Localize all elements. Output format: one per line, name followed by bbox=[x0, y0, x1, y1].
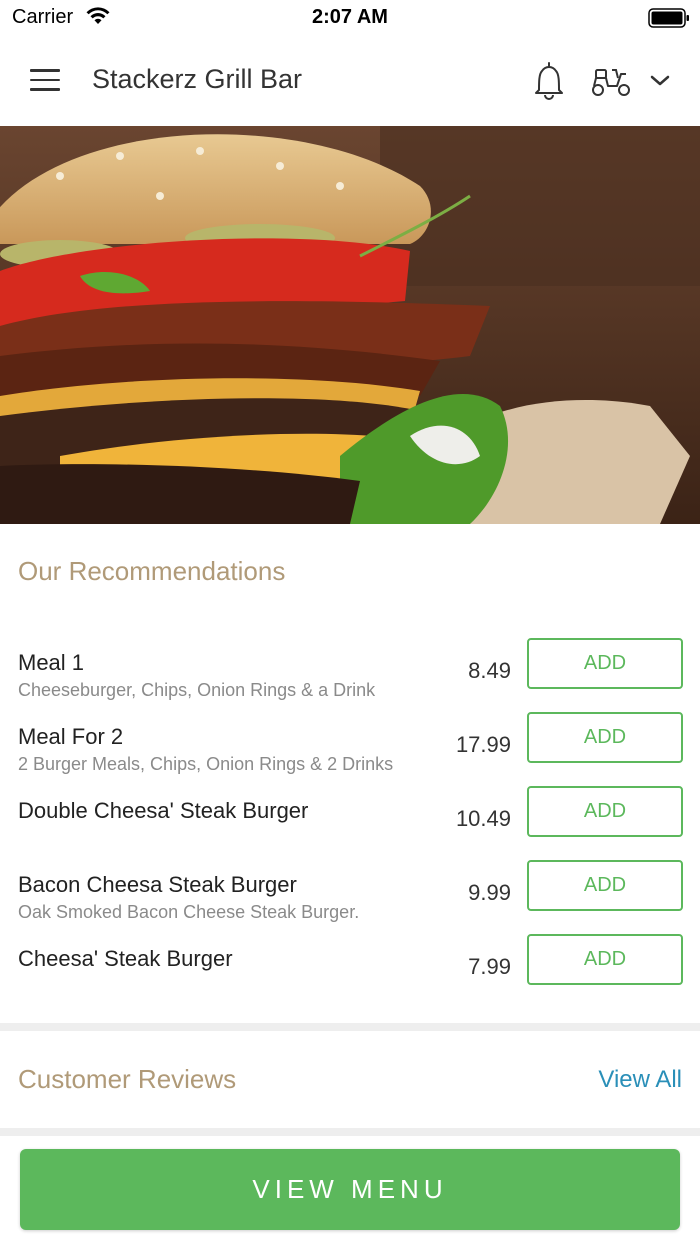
reviews-heading: Customer Reviews bbox=[18, 1064, 237, 1094]
battery-icon bbox=[648, 8, 689, 28]
item-price: 8.49 bbox=[468, 658, 511, 683]
item-description: 2 Burger Meals, Chips, Onion Rings & 2 D… bbox=[18, 754, 394, 774]
scooter-icon[interactable] bbox=[590, 64, 632, 98]
item-name: Double Cheesa' Steak Burger bbox=[18, 798, 309, 823]
section-divider bbox=[0, 1128, 700, 1136]
add-button[interactable]: ADD bbox=[527, 934, 683, 985]
hero-burger-image bbox=[0, 126, 700, 524]
status-time: 2:07 AM bbox=[312, 6, 388, 28]
item-name: Cheesa' Steak Burger bbox=[18, 946, 233, 971]
view-menu-button[interactable]: VIEW MENU bbox=[20, 1149, 680, 1230]
item-name: Meal 1 bbox=[18, 650, 85, 675]
add-button[interactable]: ADD bbox=[527, 860, 683, 911]
item-price: 10.49 bbox=[455, 806, 511, 831]
add-button[interactable]: ADD bbox=[527, 712, 683, 763]
section-divider bbox=[0, 1023, 700, 1031]
bell-icon[interactable] bbox=[532, 60, 566, 100]
burger-illustration bbox=[0, 126, 700, 524]
app-header: Stackerz Grill Bar bbox=[0, 34, 700, 126]
item-price: 9.99 bbox=[468, 880, 511, 905]
item-price: 7.99 bbox=[468, 954, 511, 979]
status-bar: Carrier 2:07 AM bbox=[0, 0, 700, 34]
add-button[interactable]: ADD bbox=[527, 638, 683, 689]
item-description: Cheeseburger, Chips, Onion Rings & a Dri… bbox=[18, 680, 376, 700]
item-name: Bacon Cheesa Steak Burger bbox=[18, 872, 297, 897]
view-all-link[interactable]: View All bbox=[598, 1066, 682, 1094]
item-description: Oak Smoked Bacon Cheese Steak Burger. bbox=[18, 902, 360, 922]
restaurant-title: Stackerz Grill Bar bbox=[92, 64, 303, 94]
item-price: 17.99 bbox=[455, 732, 511, 757]
item-name: Meal For 2 bbox=[18, 724, 124, 749]
add-button[interactable]: ADD bbox=[527, 786, 683, 837]
menu-icon[interactable] bbox=[30, 69, 62, 93]
menu-item: Cheesa' Steak Burger 7.99 ADD bbox=[0, 934, 700, 1020]
chevron-down-icon[interactable] bbox=[648, 70, 672, 90]
recommendations-heading: Our Recommendations bbox=[18, 556, 286, 586]
